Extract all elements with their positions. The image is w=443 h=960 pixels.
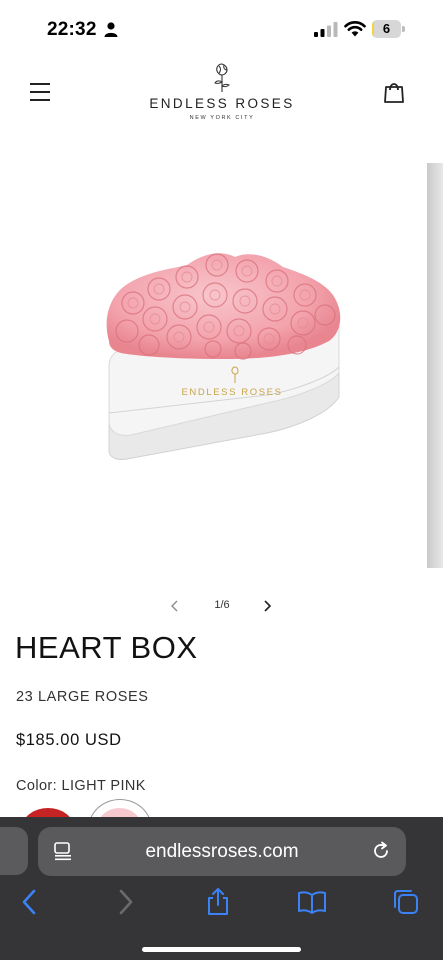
brand-name: ENDLESS ROSES — [149, 96, 295, 111]
battery-cap — [402, 26, 405, 32]
product-price: $185.00 USD — [16, 731, 122, 749]
heart-box-image[interactable]: ENDLESS ROSES — [97, 245, 347, 470]
product-title: HEART BOX — [15, 630, 198, 665]
rose-logo-icon — [214, 63, 230, 92]
forward-icon[interactable] — [110, 887, 140, 917]
product-subtitle: 23 LARGE ROSES — [16, 689, 149, 705]
share-icon[interactable] — [203, 887, 233, 917]
status-bar: 22:32 6 — [0, 0, 443, 60]
reload-icon[interactable] — [371, 841, 391, 861]
battery-indicator: 6 — [372, 20, 405, 38]
address-bar[interactable]: endlessroses.com — [38, 827, 406, 876]
hamburger-icon[interactable] — [28, 80, 54, 104]
image-scroll-edge — [427, 163, 443, 568]
tabs-icon[interactable] — [391, 887, 421, 917]
person-icon — [104, 22, 118, 37]
battery-body: 6 — [372, 20, 401, 38]
chevron-right-icon[interactable] — [260, 599, 274, 613]
brand-logo[interactable]: ENDLESS ROSES NEW YORK CITY — [140, 60, 304, 126]
cellular-signal-icon — [314, 22, 338, 37]
shopping-bag-icon[interactable] — [381, 79, 407, 105]
color-label: Color: LIGHT PINK — [16, 778, 146, 794]
home-indicator — [142, 947, 301, 952]
browser-bottom-bar: endlessroses.com — [0, 817, 443, 960]
brand-location: NEW YORK CITY — [189, 115, 255, 121]
slider-navigation: 1/6 — [160, 594, 284, 618]
slide-counter: 1/6 — [214, 599, 230, 611]
product-gallery[interactable]: ENDLESS ROSES — [0, 150, 443, 580]
bookmarks-icon[interactable] — [297, 887, 327, 917]
back-icon[interactable] — [15, 887, 45, 917]
battery-level: 6 — [382, 21, 391, 36]
url-text: endlessroses.com — [145, 841, 299, 862]
status-time: 22:32 — [47, 19, 97, 40]
chevron-left-icon[interactable] — [168, 599, 182, 613]
box-brand-label: ENDLESS ROSES — [181, 387, 282, 398]
previous-tab-peek[interactable] — [0, 827, 28, 875]
wifi-icon — [344, 21, 366, 37]
